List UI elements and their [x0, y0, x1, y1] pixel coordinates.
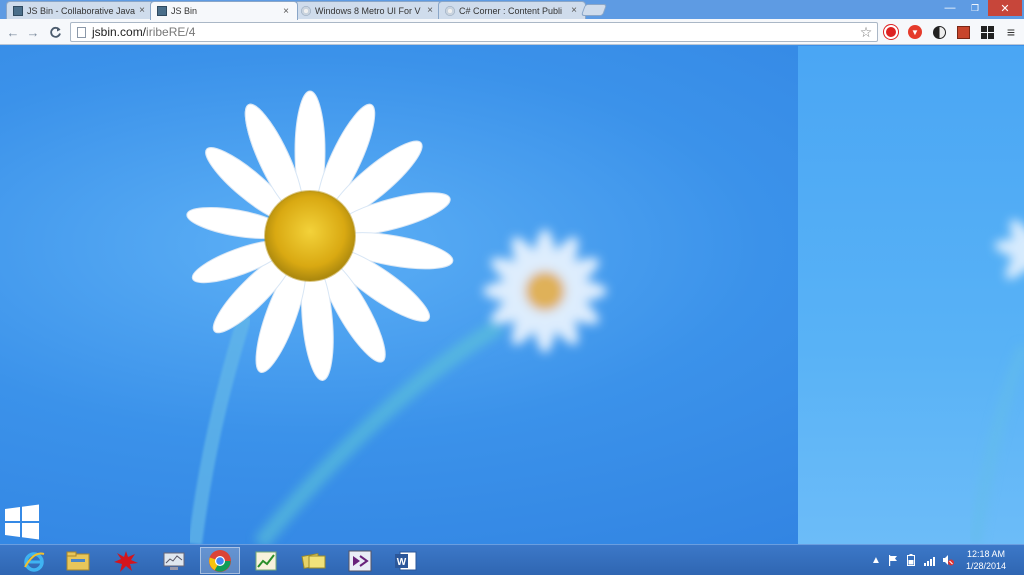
paint-splat-icon[interactable]	[106, 547, 146, 574]
taskbar: W ▲ 12:18 AM 1/28/2014	[0, 544, 1024, 575]
page-icon	[77, 26, 86, 38]
tab-csharp-corner[interactable]: C# Corner : Content Publi ×	[438, 1, 586, 19]
daisy-wallpaper-image	[186, 90, 1024, 544]
extension-opera-icon[interactable]: ▼	[907, 24, 923, 40]
tab-jsbin[interactable]: JS Bin ×	[150, 1, 298, 20]
page-favicon-icon	[445, 5, 455, 16]
file-explorer-icon[interactable]	[58, 547, 98, 574]
tab-label: Windows 8 Metro UI For V	[315, 5, 421, 16]
tab-windows8-metro[interactable]: Windows 8 Metro UI For V ×	[294, 1, 442, 19]
address-bar[interactable]: jsbin.com/iribeRE/4 ☆	[70, 22, 878, 42]
new-tab-button[interactable]	[580, 4, 608, 16]
extension-grid-icon[interactable]	[979, 24, 995, 40]
svg-text:W: W	[397, 557, 407, 568]
system-clock[interactable]: 12:18 AM 1/28/2014	[958, 548, 1014, 572]
chart-app-icon[interactable]	[246, 547, 286, 574]
extension-contrast-icon[interactable]	[931, 24, 947, 40]
monitor-app-icon[interactable]	[154, 547, 194, 574]
page-content	[0, 46, 1024, 544]
reload-icon	[49, 26, 61, 38]
chrome-menu-icon[interactable]: ≡	[1003, 24, 1019, 40]
clock-date: 1/28/2014	[965, 561, 1007, 571]
forward-button[interactable]: →	[24, 23, 42, 41]
extension-record-icon[interactable]	[883, 24, 899, 40]
battery-icon[interactable]	[904, 553, 918, 567]
network-signal-icon[interactable]	[922, 553, 938, 567]
show-hidden-icons-button[interactable]: ▲	[870, 553, 882, 567]
back-button[interactable]: ←	[4, 23, 22, 41]
tab-close-icon[interactable]: ×	[281, 6, 291, 17]
volume-muted-icon[interactable]	[941, 553, 955, 567]
clock-time: 12:18 AM	[966, 549, 1006, 559]
internet-explorer-icon[interactable]	[14, 547, 54, 574]
url-text[interactable]: jsbin.com/iribeRE/4	[92, 25, 857, 39]
word-icon[interactable]: W	[386, 547, 426, 574]
folders-icon[interactable]	[294, 547, 334, 574]
browser-toolbar: ← → jsbin.com/iribeRE/4 ☆	[0, 19, 1024, 45]
tab-strip: JS Bin - Collaborative Java × JS Bin × W…	[0, 0, 1024, 20]
tab-label: C# Corner : Content Publi	[459, 5, 563, 16]
windows-logo-icon[interactable]	[3, 503, 41, 541]
jsbin-favicon-icon	[13, 5, 23, 16]
tab-close-icon[interactable]: ×	[137, 5, 147, 16]
url-host: jsbin.com/	[92, 25, 147, 39]
close-window-button[interactable]: ✕	[988, 0, 1022, 16]
minimize-button[interactable]: —	[938, 0, 962, 16]
tab-close-icon[interactable]: ×	[569, 5, 579, 16]
restore-button[interactable]: ❐	[964, 0, 986, 16]
url-path: iribeRE/4	[146, 25, 196, 39]
bookmark-star-icon[interactable]: ☆	[857, 24, 875, 41]
jsbin-favicon-icon	[157, 6, 167, 16]
reload-button[interactable]	[46, 23, 64, 41]
tab-label: JS Bin - Collaborative Java	[27, 5, 136, 16]
visual-studio-icon[interactable]	[340, 547, 380, 574]
page-favicon-icon	[301, 5, 311, 16]
extension-book-icon[interactable]	[955, 24, 971, 40]
action-center-flag-icon[interactable]	[886, 553, 900, 567]
tab-jsbin-collaborative[interactable]: JS Bin - Collaborative Java ×	[6, 1, 154, 19]
tab-close-icon[interactable]: ×	[425, 5, 435, 16]
tab-label: JS Bin	[171, 6, 198, 16]
chrome-icon[interactable]	[200, 547, 240, 574]
